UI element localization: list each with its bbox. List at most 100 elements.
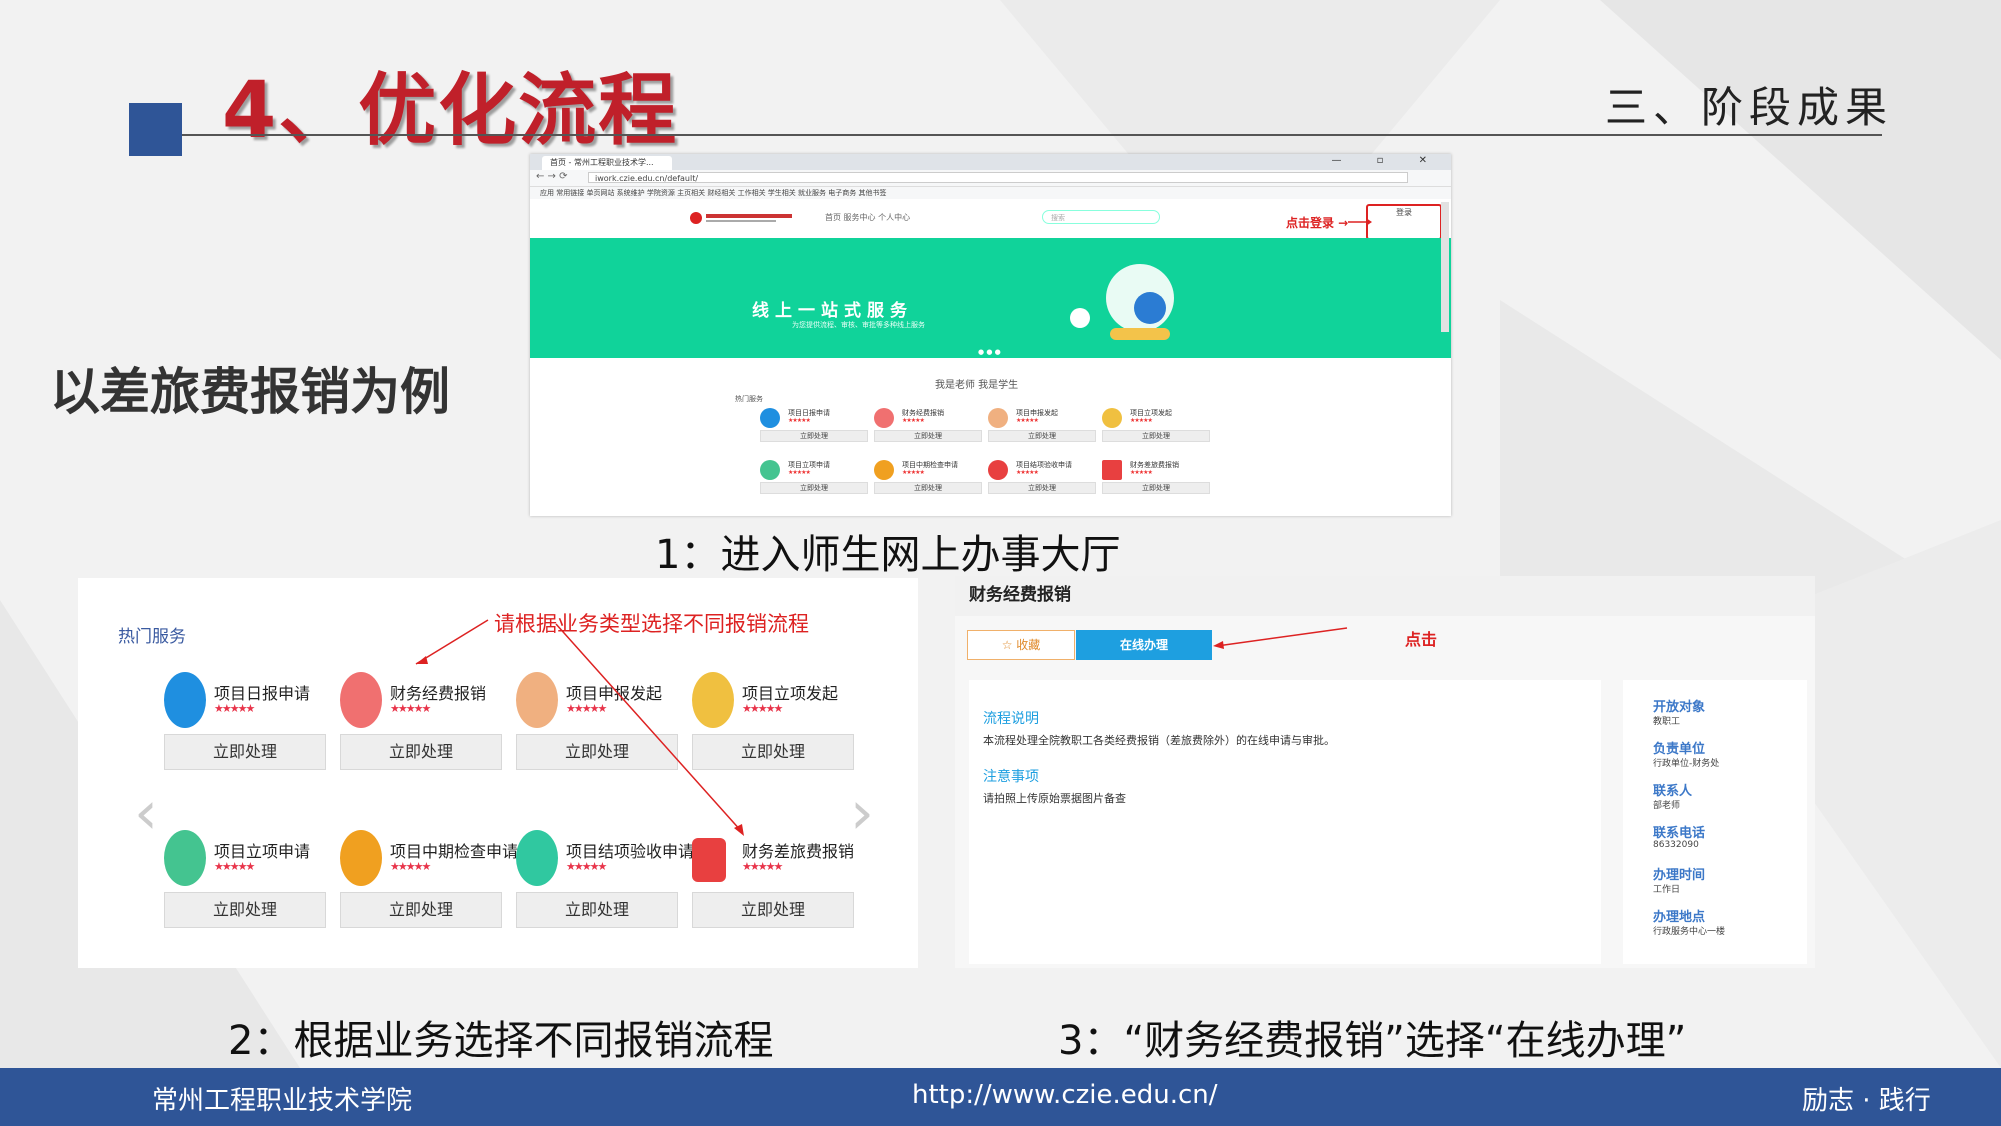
service-name: 项目立项申请 [214, 842, 311, 861]
service-card-midterm-check[interactable]: 项目中期检查申请 ★★★★★ 立即处理 [340, 830, 518, 930]
rating-stars: ★★★★★ [902, 417, 925, 424]
service-card[interactable]: 项目日报申请 ★★★★★ 立即处理 [760, 406, 868, 450]
service-name: 项目结项验收申请 [566, 842, 695, 861]
service-card[interactable]: 项目结项验收申请 ★★★★★ 立即处理 [988, 458, 1096, 502]
notes-title: 注意事项 [983, 769, 1039, 785]
rating-stars: ★★★★★ [1016, 417, 1039, 424]
service-card[interactable]: 项目中期检查申请 ★★★★★ 立即处理 [874, 458, 982, 502]
rating-stars: ★★★★★ [390, 860, 431, 873]
hero-banner: 线上一站式服务 为您提供流程、审核、审批等多种线上服务 ● ● ● [530, 238, 1451, 358]
school-logo[interactable] [688, 210, 798, 226]
notes-text: 请拍照上传原始票据图片备查 [983, 792, 1126, 805]
process-now-button[interactable]: 立即处理 [692, 734, 854, 770]
rating-stars: ★★★★★ [1130, 469, 1153, 476]
info-value: 86332090 [1653, 840, 1699, 850]
service-name: 项目中期检查申请 [390, 842, 519, 861]
project-report-icon [760, 408, 780, 428]
url-field[interactable]: iwork.czie.edu.cn/default/ [588, 172, 1408, 183]
process-now-button[interactable]: 立即处理 [1102, 430, 1210, 442]
rating-stars: ★★★★★ [566, 860, 607, 873]
clock-icon [1102, 408, 1122, 428]
service-card[interactable]: 财务差旅费报销 ★★★★★ 立即处理 [1102, 458, 1210, 502]
browser-tab[interactable]: 首页 - 常州工程职业技术学... [542, 156, 672, 170]
service-card-project-daily[interactable]: 项目日报申请 ★★★★★ 立即处理 [164, 672, 326, 772]
info-label: 办理地点 [1653, 910, 1706, 925]
process-now-button[interactable]: 立即处理 [692, 892, 854, 928]
clock-icon [692, 672, 734, 728]
service-card[interactable]: 项目申报发起 ★★★★★ 立即处理 [988, 406, 1096, 450]
process-title: 流程说明 [983, 711, 1039, 727]
service-name: 项目申报发起 [566, 684, 663, 703]
window-controls[interactable]: — ▫ ✕ [1331, 155, 1443, 166]
favorite-button[interactable]: ☆ 收藏 [967, 630, 1075, 660]
title-accent-square [129, 103, 182, 156]
process-now-button[interactable]: 立即处理 [340, 734, 502, 770]
section-title: 三、阶段成果 [1605, 83, 1894, 132]
service-card-project-setup[interactable]: 项目立项申请 ★★★★★ 立即处理 [164, 830, 326, 930]
service-card-project-acceptance[interactable]: 项目结项验收申请 ★★★★★ 立即处理 [516, 830, 694, 930]
finance-info-sidebar: 开放对象 教职工 负责单位 行政单位-财务处 联系人 部老师 联系电话 8633… [1623, 680, 1807, 964]
info-value: 行政服务中心一楼 [1653, 927, 1726, 937]
process-now-button[interactable]: 立即处理 [516, 734, 678, 770]
carousel-prev-icon[interactable]: ‹ [134, 778, 158, 848]
caption-step-1: 1：进入师生网上办事大厅 [655, 532, 1121, 578]
process-now-button[interactable]: 立即处理 [760, 482, 868, 494]
rating-stars: ★★★★★ [390, 702, 431, 715]
service-card-finance-reimburse[interactable]: 财务经费报销 ★★★★★ 立即处理 [340, 672, 502, 772]
rating-stars: ★★★★★ [566, 702, 607, 715]
service-card-travel-reimburse[interactable]: 财务差旅费报销 ★★★★★ 立即处理 [692, 830, 854, 930]
info-label: 开放对象 [1653, 700, 1706, 715]
carousel-dots[interactable]: ● ● ● [978, 348, 1001, 356]
footer-school: 常州工程职业技术学院 [152, 1086, 413, 1116]
process-now-button[interactable]: 立即处理 [1102, 482, 1210, 494]
service-name: 财务差旅费报销 [742, 842, 855, 861]
finance-header: 财务经费报销 [955, 576, 1815, 616]
process-now-button[interactable]: 立即处理 [340, 892, 502, 928]
service-card-project-apply[interactable]: 项目申报发起 ★★★★★ 立即处理 [516, 672, 678, 772]
rating-stars: ★★★★★ [788, 469, 811, 476]
service-card[interactable]: 项目立项发起 ★★★★★ 立即处理 [1102, 406, 1210, 450]
info-value: 教职工 [1653, 717, 1681, 727]
info-value: 部老师 [1653, 801, 1681, 811]
service-card-project-launch[interactable]: 项目立项发起 ★★★★★ 立即处理 [692, 672, 854, 772]
bookmarks-bar[interactable]: 应用 常用链接 单页网站 系统维护 学院资源 主页相关 财经相关 工作相关 学生… [530, 187, 1451, 199]
service-name: 项目立项发起 [742, 684, 839, 703]
shield-icon [340, 830, 382, 886]
info-label: 负责单位 [1653, 742, 1706, 757]
service-card[interactable]: 财务经费报销 ★★★★★ 立即处理 [874, 406, 982, 450]
rating-stars: ★★★★★ [214, 860, 255, 873]
process-now-button[interactable]: 立即处理 [760, 430, 868, 442]
rating-stars: ★★★★★ [1016, 469, 1039, 476]
browser-tabbar: 首页 - 常州工程职业技术学... — ▫ ✕ [530, 154, 1451, 170]
page-scrollbar[interactable] [1441, 202, 1449, 332]
rating-stars: ★★★★★ [788, 417, 811, 424]
rating-stars: ★★★★★ [742, 860, 783, 873]
footer-url[interactable]: http://www.czie.edu.cn/ [912, 1080, 1218, 1110]
info-value: 行政单位-财务处 [1653, 759, 1720, 769]
rating-stars: ★★★★★ [214, 702, 255, 715]
process-now-button[interactable]: 立即处理 [164, 892, 326, 928]
slide-title: 4、优化流程 [222, 66, 679, 156]
online-process-button[interactable]: 在线办理 [1076, 630, 1212, 660]
process-now-button[interactable]: 立即处理 [988, 430, 1096, 442]
role-tabs[interactable]: 我是老师 我是学生 [935, 376, 1018, 391]
banner-subtitle: 为您提供流程、审核、审批等多种线上服务 [792, 321, 925, 329]
checklist-icon [988, 460, 1008, 480]
suitcase-icon [692, 838, 726, 882]
process-now-button[interactable]: 立即处理 [516, 892, 678, 928]
login-annotation: 点击登录 → [1286, 216, 1349, 230]
login-button[interactable]: 登录 [1366, 204, 1442, 240]
service-card[interactable]: 项目立项申请 ★★★★★ 立即处理 [760, 458, 868, 502]
login-label: 登录 [1396, 208, 1412, 217]
site-search-input[interactable]: 搜索 [1042, 210, 1160, 224]
back-forward-reload-icon[interactable]: ← → ⟳ [536, 171, 568, 182]
click-annotation: 点击 [1405, 630, 1438, 649]
process-now-button[interactable]: 立即处理 [164, 734, 326, 770]
site-nav[interactable]: 首页 服务中心 个人中心 [825, 212, 910, 223]
rating-stars: ★★★★★ [902, 469, 925, 476]
process-now-button[interactable]: 立即处理 [874, 430, 982, 442]
process-now-button[interactable]: 立即处理 [874, 482, 982, 494]
process-now-button[interactable]: 立即处理 [988, 482, 1096, 494]
address-bar-row: ← → ⟳ iwork.czie.edu.cn/default/ [530, 170, 1451, 187]
footer-bar: 常州工程职业技术学院 http://www.czie.edu.cn/ 励志 · … [0, 1068, 2001, 1126]
